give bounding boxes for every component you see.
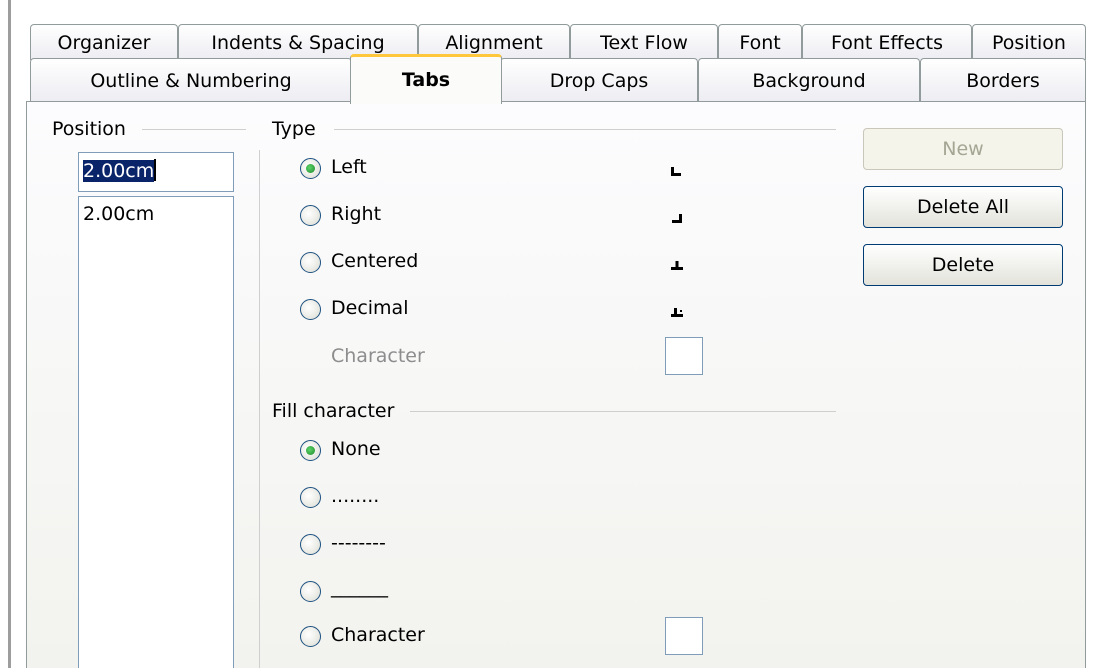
tab-left-icon xyxy=(671,167,681,176)
position-list[interactable]: 2.00cm xyxy=(78,196,234,668)
tab-label: Text Flow xyxy=(600,32,688,54)
group-separator xyxy=(259,150,260,668)
fill-none-label[interactable]: None xyxy=(331,438,381,460)
tab-label: Drop Caps xyxy=(549,70,649,92)
fill-none-radio[interactable] xyxy=(300,440,321,461)
tab-font[interactable]: Font xyxy=(718,24,802,60)
fill-dots-radio[interactable] xyxy=(300,487,321,508)
tab-right-icon xyxy=(672,214,682,223)
type-left-radio[interactable] xyxy=(300,158,321,179)
tab-label: Organizer xyxy=(57,32,151,54)
position-input-value: 2.00cm xyxy=(83,160,155,182)
tabs-dialog: Organizer Indents & Spacing Alignment Te… xyxy=(0,0,1098,668)
radio-selected-dot xyxy=(306,446,315,455)
tab-label: Font Effects xyxy=(831,32,943,54)
tab-label: Indents & Spacing xyxy=(211,32,385,54)
type-group-label: Type xyxy=(272,118,316,140)
type-group-line xyxy=(334,129,836,130)
position-input[interactable]: 2.00cm xyxy=(78,152,234,192)
text-caret xyxy=(154,159,157,181)
type-right-radio[interactable] xyxy=(300,205,321,226)
fill-underscore-radio[interactable] xyxy=(300,581,321,602)
tab-center-icon xyxy=(671,261,683,270)
fill-underscore-label[interactable]: ______ xyxy=(331,576,388,598)
tab-font-effects[interactable]: Font Effects xyxy=(802,24,972,60)
tab-text-flow[interactable]: Text Flow xyxy=(570,24,718,60)
tab-borders[interactable]: Borders xyxy=(920,58,1086,102)
type-centered-label[interactable]: Centered xyxy=(331,250,418,272)
type-left-label[interactable]: Left xyxy=(331,156,367,178)
tab-label: Background xyxy=(752,70,866,92)
fill-dots-label[interactable]: ........ xyxy=(331,485,379,507)
tab-tabs[interactable]: Tabs xyxy=(350,54,502,104)
tab-label: Font xyxy=(739,32,781,54)
delete-button[interactable]: Delete xyxy=(863,244,1063,286)
new-button[interactable]: New xyxy=(863,128,1063,170)
tab-label: Alignment xyxy=(445,32,543,54)
type-right-label[interactable]: Right xyxy=(331,203,381,225)
tab-outline-numbering[interactable]: Outline & Numbering xyxy=(30,58,352,102)
tab-position[interactable]: Position xyxy=(972,24,1086,60)
tab-label: Outline & Numbering xyxy=(90,70,292,92)
fill-character-radio[interactable] xyxy=(300,626,321,647)
type-character-field[interactable] xyxy=(665,337,703,375)
position-group-label: Position xyxy=(52,118,126,140)
tab-label: Position xyxy=(992,32,1066,54)
tab-label: Borders xyxy=(966,70,1040,92)
fill-character-field[interactable] xyxy=(665,617,703,655)
fill-character-label[interactable]: Character xyxy=(331,624,425,646)
fill-group-line xyxy=(410,411,836,412)
tab-label: Tabs xyxy=(401,69,451,91)
fill-group-label: Fill character xyxy=(272,400,395,422)
tab-drop-caps[interactable]: Drop Caps xyxy=(500,58,698,102)
fill-dashes-radio[interactable] xyxy=(300,534,321,555)
type-decimal-label[interactable]: Decimal xyxy=(331,297,408,319)
radio-selected-dot xyxy=(306,164,315,173)
type-character-label: Character xyxy=(331,345,425,367)
tab-organizer[interactable]: Organizer xyxy=(30,24,178,60)
delete-all-button[interactable]: Delete All xyxy=(863,186,1063,228)
position-group-line xyxy=(142,129,246,130)
type-centered-radio[interactable] xyxy=(300,252,321,273)
tab-decimal-icon xyxy=(671,308,683,317)
tab-background[interactable]: Background xyxy=(698,58,920,102)
fill-dashes-label[interactable]: -------- xyxy=(331,532,386,554)
list-item[interactable]: 2.00cm xyxy=(83,203,154,225)
type-decimal-radio[interactable] xyxy=(300,299,321,320)
window-border xyxy=(8,0,11,668)
